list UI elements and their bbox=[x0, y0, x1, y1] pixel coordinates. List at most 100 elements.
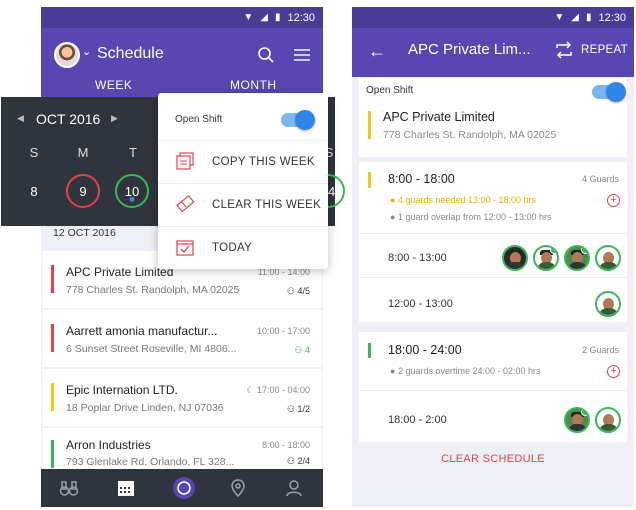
site-address: 778 Charles St. Randolph, MA 02025 bbox=[383, 129, 557, 141]
calendar-day[interactable]: 10 bbox=[115, 174, 149, 208]
body-shape bbox=[599, 308, 618, 315]
list-item[interactable]: Epic Internation LTD. 18 Poplar Drive Li… bbox=[42, 369, 322, 426]
guard-count-value: 1/2 bbox=[297, 404, 310, 414]
body-shape bbox=[599, 262, 618, 269]
repeat-icon[interactable] bbox=[554, 41, 574, 59]
status-bar-indicator bbox=[51, 324, 54, 352]
battery-icon: ▮ bbox=[585, 12, 592, 23]
status-bar: ▼ ◢ ▮ 12:30 bbox=[352, 7, 634, 28]
menu-item-copy-week[interactable]: COPY THIS WEEK bbox=[158, 140, 328, 183]
checked-badge-icon bbox=[581, 409, 588, 416]
avatar[interactable] bbox=[54, 42, 80, 68]
divider bbox=[359, 277, 627, 278]
open-shift-toggle[interactable] bbox=[281, 110, 315, 130]
shift-card: 18:00 - 24:00 2 Guards ● 2 guards overti… bbox=[359, 332, 627, 442]
guard-count: ⚇ 4/5 bbox=[287, 286, 310, 297]
shift-card: 8:00 - 18:00 4 Guards ● 4 guards needed … bbox=[359, 162, 627, 322]
menu-item-clear-week[interactable]: CLEAR THIS WEEK bbox=[158, 183, 328, 226]
shift-note-text: 4 guards needed 13:00 - 18:00 hrs bbox=[397, 195, 537, 205]
search-icon[interactable] bbox=[257, 46, 275, 64]
checked-badge-icon bbox=[581, 247, 588, 254]
back-arrow-icon[interactable]: ← bbox=[368, 41, 386, 62]
signal-icon: ◢ bbox=[571, 12, 579, 23]
shift-time-value: 17:00 - 04:00 bbox=[256, 385, 310, 395]
person-icon: ⚇ bbox=[286, 456, 298, 466]
person-icon: ⚇ bbox=[286, 404, 298, 414]
chevron-down-icon[interactable]: ⌄ bbox=[82, 45, 91, 58]
status-bar: ▼ ◢ ▮ 12:30 bbox=[41, 7, 323, 28]
prev-month-icon[interactable]: ◀ bbox=[17, 113, 24, 124]
repeat-button[interactable]: REPEAT bbox=[581, 44, 628, 56]
guard-count-value: 4/5 bbox=[297, 286, 310, 296]
site-address: 18 Poplar Drive Linden, NJ 07036 bbox=[66, 402, 224, 414]
guard-count-value: 2/4 bbox=[297, 456, 310, 466]
more-vertical-icon[interactable]: · · · bbox=[339, 106, 344, 134]
menu-item-label: CLEAR THIS WEEK bbox=[212, 199, 322, 211]
open-shift-label: Open Shift bbox=[175, 114, 223, 125]
status-time: 12:30 bbox=[598, 11, 626, 24]
location-pin-icon[interactable] bbox=[228, 478, 248, 498]
status-bar-indicator bbox=[51, 265, 54, 293]
guard-avatar[interactable] bbox=[564, 407, 590, 433]
guard-avatar[interactable] bbox=[595, 407, 621, 433]
open-shift-toggle[interactable] bbox=[592, 82, 626, 102]
menu-item-label: TODAY bbox=[212, 242, 253, 254]
wifi-icon: ▼ bbox=[243, 12, 254, 23]
guard-count-value: 4 bbox=[304, 345, 310, 355]
site-address: 778 Charles St. Randolph, MA 02025 bbox=[66, 284, 240, 296]
weekday-label: T bbox=[129, 145, 137, 160]
shift-range: 18:00 - 24:00 bbox=[388, 343, 462, 357]
site-name: Aarrett amonia manufactur... bbox=[66, 324, 218, 338]
binoculars-icon[interactable] bbox=[59, 478, 79, 498]
guard-avatar[interactable] bbox=[595, 291, 621, 317]
site-address: 6 Sunset Street Roseville, MI 4806... bbox=[66, 343, 237, 355]
calendar-day[interactable]: 8 bbox=[17, 174, 51, 208]
options-popup-menu: Open Shift COPY THIS WEEK CLEAR THIS WEE… bbox=[158, 93, 328, 269]
guard-avatar[interactable] bbox=[502, 245, 528, 271]
guard-count: ⚇ 4 bbox=[294, 345, 310, 356]
add-guard-button[interactable]: + bbox=[607, 365, 620, 378]
tab-week[interactable]: WEEK bbox=[95, 78, 132, 92]
month-label: OCT 2016 bbox=[36, 111, 101, 127]
eraser-icon bbox=[176, 194, 195, 213]
toggle-knob bbox=[606, 82, 626, 102]
status-bar-indicator bbox=[51, 383, 54, 411]
status-bar-indicator bbox=[51, 440, 54, 468]
next-month-icon[interactable]: ▶ bbox=[111, 113, 118, 124]
moon-icon: ☾ bbox=[246, 385, 257, 395]
guard-avatar[interactable] bbox=[533, 245, 559, 271]
toggle-knob bbox=[295, 110, 315, 130]
checked-badge-icon bbox=[550, 247, 557, 254]
person-icon[interactable] bbox=[284, 478, 304, 498]
shift-note: ● 2 guards overtime 24:00 - 02:00 hrs bbox=[390, 366, 541, 376]
menu-icon[interactable] bbox=[294, 49, 310, 61]
shift-note: ● 4 guards needed 13:00 - 18:00 hrs bbox=[390, 195, 537, 205]
guard-avatar[interactable] bbox=[564, 245, 590, 271]
shift-note: ● 1 guard overlap from 12:00 - 13:00 hrs bbox=[390, 212, 552, 222]
body-shape bbox=[537, 262, 556, 269]
guard-avatar[interactable] bbox=[595, 245, 621, 271]
bottom-nav bbox=[41, 469, 323, 507]
day-number: 8 bbox=[30, 183, 38, 199]
status-bar-indicator bbox=[368, 172, 371, 188]
detail-header: ← APC Private Lim... REPEAT bbox=[352, 28, 634, 77]
copy-calendar-icon bbox=[176, 152, 194, 170]
person-icon: ⚇ bbox=[294, 345, 305, 355]
tab-month[interactable]: MONTH bbox=[230, 78, 277, 92]
day-number: 9 bbox=[79, 183, 87, 199]
shift-range: 8:00 - 18:00 bbox=[388, 172, 455, 186]
calendar-day[interactable]: 9 bbox=[66, 174, 100, 208]
list-item[interactable]: Aarrett amonia manufactur... 6 Sunset St… bbox=[42, 310, 322, 367]
list-item[interactable]: Arron Industries 793 Glenlake Rd. Orland… bbox=[42, 428, 322, 469]
divider bbox=[359, 390, 627, 391]
slot-range: 8:00 - 13:00 bbox=[388, 252, 447, 264]
signal-icon: ◢ bbox=[260, 12, 268, 23]
menu-item-today[interactable]: TODAY bbox=[158, 226, 328, 269]
circle-logo-icon[interactable] bbox=[172, 476, 196, 500]
clear-schedule-button[interactable]: CLEAR SCHEDULE bbox=[352, 453, 634, 465]
slot-range: 12:00 - 13:00 bbox=[388, 298, 453, 310]
calendar-icon[interactable] bbox=[116, 478, 136, 498]
guard-total: 2 Guards bbox=[581, 345, 619, 355]
add-guard-button[interactable]: + bbox=[607, 194, 620, 207]
weekday-label: M bbox=[77, 145, 89, 160]
